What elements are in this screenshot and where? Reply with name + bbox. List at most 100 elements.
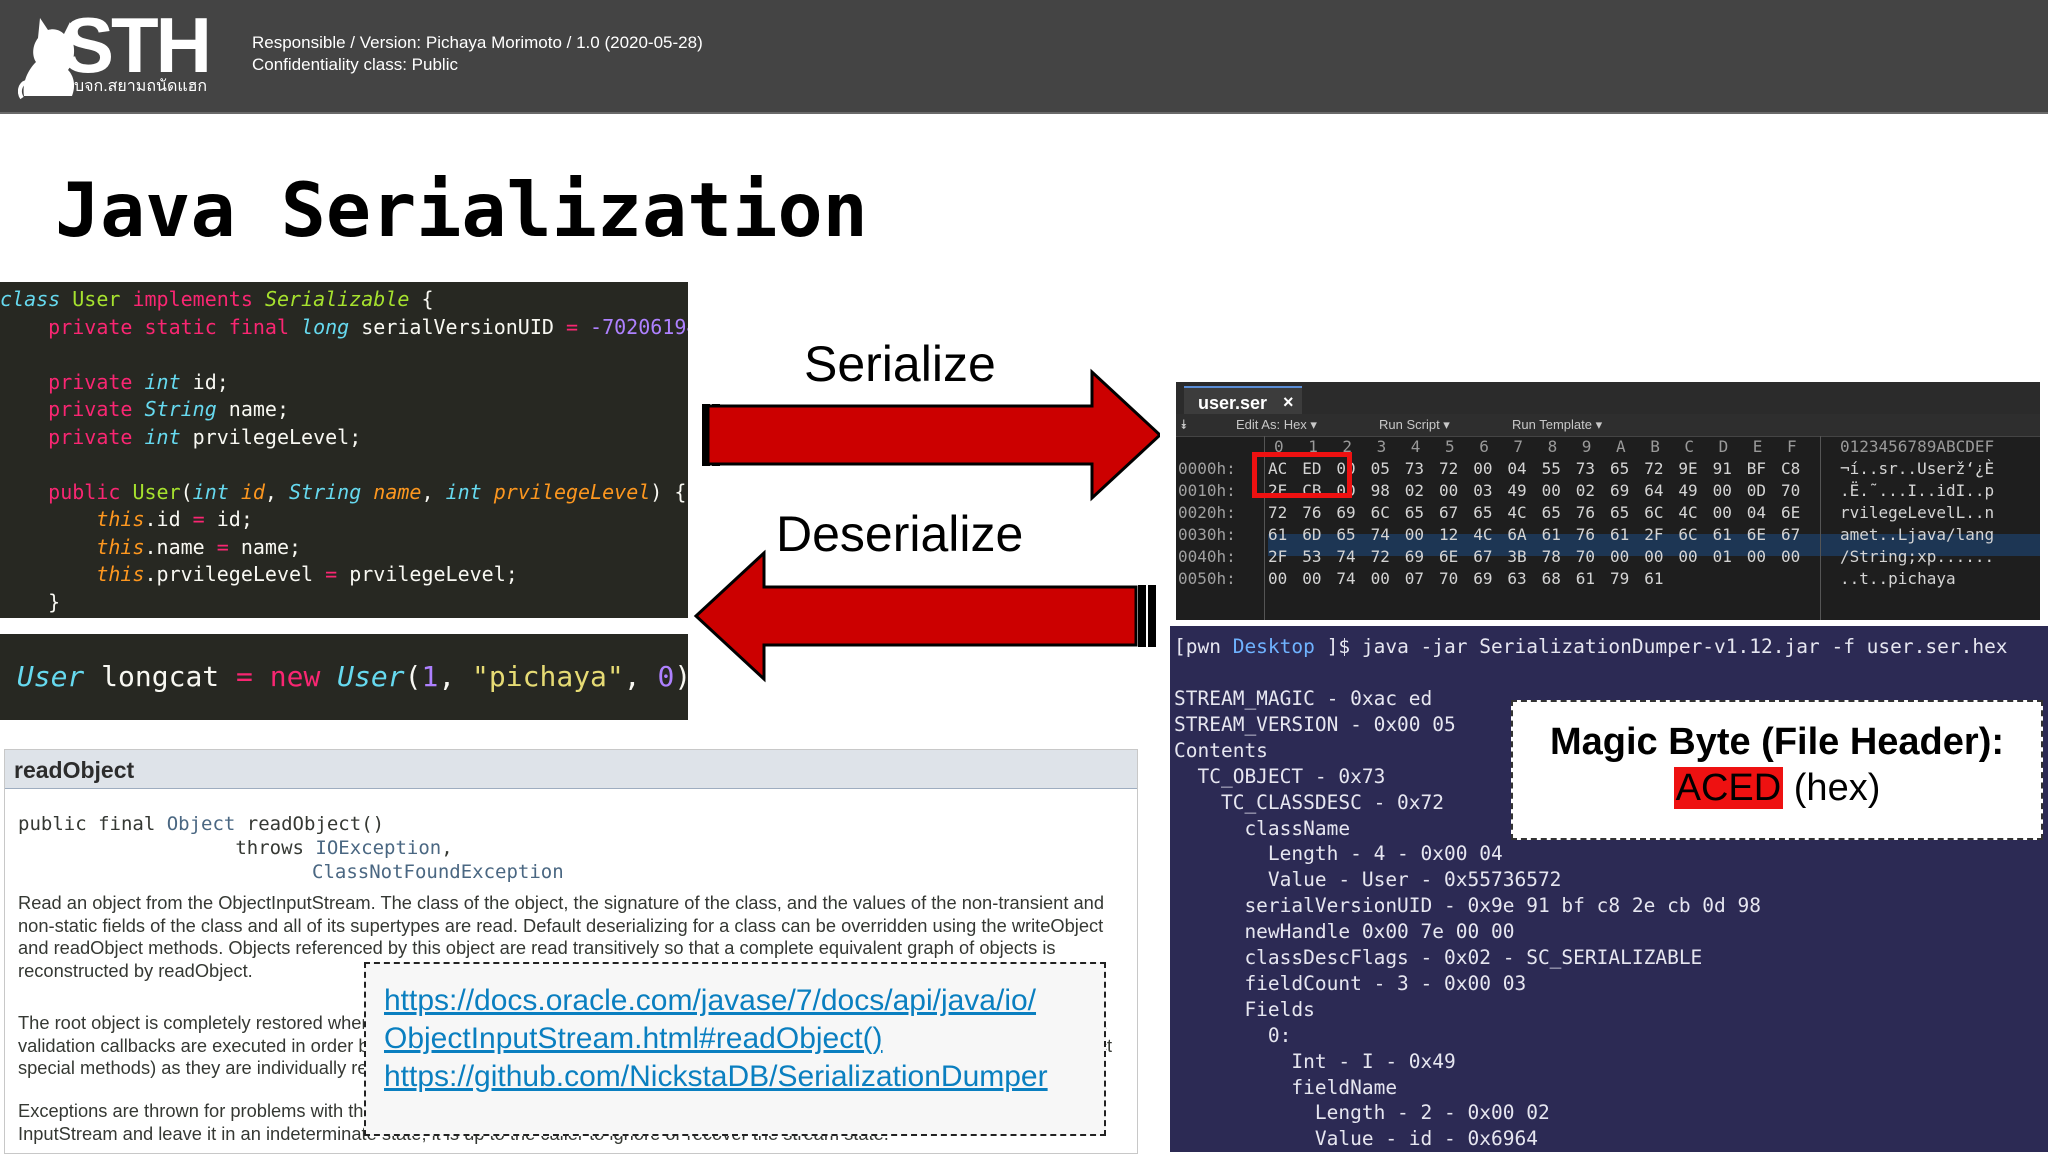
hex-byte[interactable]: 61: [1576, 568, 1595, 590]
close-icon[interactable]: ×: [1283, 392, 1294, 412]
hex-byte[interactable]: 74: [1371, 524, 1390, 546]
hex-byte[interactable]: 00: [1405, 524, 1424, 546]
hex-byte[interactable]: 74: [1336, 546, 1355, 568]
hex-byte[interactable]: 65: [1405, 502, 1424, 524]
hex-byte[interactable]: 61: [1713, 524, 1732, 546]
hex-byte[interactable]: 00: [1439, 480, 1458, 502]
hex-byte[interactable]: 6D: [1302, 524, 1321, 546]
hex-byte[interactable]: 00: [1610, 546, 1629, 568]
hex-byte[interactable]: 6C: [1371, 502, 1390, 524]
hex-byte[interactable]: 98: [1371, 480, 1390, 502]
hex-byte[interactable]: 72: [1439, 458, 1458, 480]
hex-byte[interactable]: 00: [1268, 568, 1287, 590]
hex-byte[interactable]: 72: [1268, 502, 1287, 524]
edit-as-menu[interactable]: Edit As: Hex ▾: [1236, 418, 1317, 432]
hex-byte[interactable]: 61: [1644, 568, 1663, 590]
hex-byte[interactable]: 6E: [1439, 546, 1458, 568]
hex-byte[interactable]: 00: [1473, 458, 1492, 480]
object-type-link[interactable]: Object: [167, 813, 236, 835]
hex-byte[interactable]: 00: [1781, 546, 1800, 568]
hex-byte[interactable]: 04: [1747, 502, 1766, 524]
hex-byte[interactable]: 69: [1405, 546, 1424, 568]
serialization-dumper-link[interactable]: https://github.com/NickstaDB/Serializati…: [384, 1058, 1048, 1096]
hex-byte[interactable]: 69: [1473, 568, 1492, 590]
hex-byte[interactable]: 9E: [1678, 458, 1697, 480]
hex-byte[interactable]: 61: [1610, 524, 1629, 546]
run-template-menu[interactable]: Run Template ▾: [1512, 418, 1602, 432]
hex-byte[interactable]: 00: [1302, 568, 1321, 590]
hex-byte[interactable]: 00: [1713, 480, 1732, 502]
hex-byte[interactable]: 03: [1473, 480, 1492, 502]
hex-byte[interactable]: 53: [1302, 546, 1321, 568]
hex-byte[interactable]: 01: [1713, 546, 1732, 568]
hex-byte[interactable]: BF: [1747, 458, 1766, 480]
tab-user-ser[interactable]: user.ser ×: [1184, 386, 1302, 416]
hex-byte[interactable]: 3B: [1507, 546, 1526, 568]
hex-byte[interactable]: 91: [1713, 458, 1732, 480]
hex-byte[interactable]: 73: [1405, 458, 1424, 480]
hex-byte[interactable]: 00: [1542, 480, 1561, 502]
hex-byte[interactable]: 00: [1644, 546, 1663, 568]
hex-byte[interactable]: 79: [1610, 568, 1629, 590]
hex-byte[interactable]: 68: [1542, 568, 1561, 590]
hex-byte[interactable]: 69: [1336, 502, 1355, 524]
hex-byte[interactable]: 72: [1371, 546, 1390, 568]
hex-byte[interactable]: 61: [1542, 524, 1561, 546]
hex-byte[interactable]: 00: [1747, 546, 1766, 568]
hex-byte[interactable]: 4C: [1678, 502, 1697, 524]
hex-byte[interactable]: 49: [1507, 480, 1526, 502]
hex-row[interactable]: 0030h: 61 6D 65 74 00 12 4C 6A 61 76 61 2F 6C 61 6E 67 am…: [1176, 524, 2040, 546]
hex-byte[interactable]: 02: [1576, 480, 1595, 502]
hex-byte[interactable]: 65: [1542, 502, 1561, 524]
hex-byte[interactable]: 6A: [1507, 524, 1526, 546]
hex-byte[interactable]: 00: [1678, 546, 1697, 568]
hex-byte[interactable]: 2F: [1268, 546, 1287, 568]
classnotfoundexception-link[interactable]: ClassNotFoundException: [312, 861, 564, 883]
hex-byte[interactable]: 70: [1576, 546, 1595, 568]
hex-byte[interactable]: 73: [1576, 458, 1595, 480]
hex-byte[interactable]: 65: [1610, 502, 1629, 524]
hex-byte[interactable]: 4C: [1473, 524, 1492, 546]
hex-byte[interactable]: 67: [1781, 524, 1800, 546]
hex-byte[interactable]: 70: [1781, 480, 1800, 502]
hex-byte[interactable]: 76: [1576, 524, 1595, 546]
hex-byte[interactable]: 4C: [1507, 502, 1526, 524]
hex-byte[interactable]: 65: [1610, 458, 1629, 480]
hex-byte[interactable]: 6C: [1678, 524, 1697, 546]
hex-byte[interactable]: 55: [1542, 458, 1561, 480]
hex-byte[interactable]: 02: [1405, 480, 1424, 502]
hex-byte[interactable]: 12: [1439, 524, 1458, 546]
hex-byte[interactable]: 64: [1644, 480, 1663, 502]
hex-byte[interactable]: 6C: [1644, 502, 1663, 524]
hex-byte[interactable]: 00: [1713, 502, 1732, 524]
hex-byte[interactable]: 67: [1473, 546, 1492, 568]
hex-byte[interactable]: 76: [1576, 502, 1595, 524]
hex-byte[interactable]: 49: [1678, 480, 1697, 502]
hex-byte[interactable]: 67: [1439, 502, 1458, 524]
oracle-docs-link-cont[interactable]: ObjectInputStream.html#readObject(): [384, 1020, 883, 1058]
hex-byte[interactable]: 72: [1644, 458, 1663, 480]
hex-byte[interactable]: 6E: [1781, 502, 1800, 524]
hex-byte[interactable]: 05: [1371, 458, 1390, 480]
hex-byte[interactable]: 70: [1439, 568, 1458, 590]
hex-byte[interactable]: 63: [1507, 568, 1526, 590]
hex-row[interactable]: 0020h: 72 76 69 6C 65 67 65 4C 65 76 65 6C 4C 00 04 6E rv…: [1176, 502, 2040, 524]
hex-byte[interactable]: 74: [1336, 568, 1355, 590]
hex-byte[interactable]: 00: [1371, 568, 1390, 590]
hex-row[interactable]: 0040h: 2F 53 74 72 69 6E 67 3B 78 70 00 00 00 01 00 00/S…: [1176, 546, 2040, 568]
ioexception-link[interactable]: IOException: [315, 837, 441, 859]
hex-row[interactable]: 0050h: 00 00 74 00 07 70 69 63 68 61 79 61 ..t..picha…: [1176, 568, 2040, 590]
hex-byte[interactable]: 65: [1336, 524, 1355, 546]
hex-byte[interactable]: 61: [1268, 524, 1287, 546]
hex-byte[interactable]: C8: [1781, 458, 1800, 480]
hex-byte[interactable]: 04: [1507, 458, 1526, 480]
hex-byte[interactable]: 69: [1610, 480, 1629, 502]
collapse-icon[interactable]: ⯯: [1180, 418, 1188, 432]
hex-byte[interactable]: 65: [1473, 502, 1492, 524]
hex-byte[interactable]: 76: [1302, 502, 1321, 524]
oracle-docs-link[interactable]: https://docs.oracle.com/javase/7/docs/ap…: [384, 982, 1036, 1020]
hex-byte[interactable]: 2F: [1644, 524, 1663, 546]
run-script-menu[interactable]: Run Script ▾: [1379, 418, 1450, 432]
hex-byte[interactable]: 0D: [1747, 480, 1766, 502]
hex-byte[interactable]: 07: [1405, 568, 1424, 590]
